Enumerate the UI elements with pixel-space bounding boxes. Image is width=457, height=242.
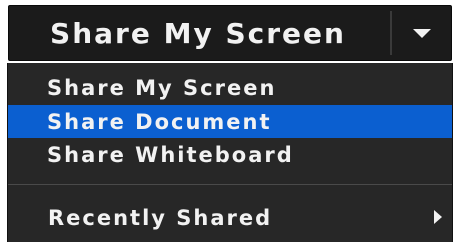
menu-item-label: Share My Screen [47, 75, 277, 100]
caret-down-icon [413, 28, 431, 38]
menu-item-share-document[interactable]: Share Document [8, 105, 452, 138]
chevron-right-icon [434, 210, 442, 224]
share-split-button: Share My Screen [8, 5, 452, 61]
menu-item-label: Recently Shared [48, 205, 273, 230]
menu-item-recently-shared[interactable]: Recently Shared [8, 201, 452, 234]
share-options-menu: Share My Screen Share Document Share Whi… [7, 63, 453, 242]
share-my-screen-button-label: Share My Screen [50, 16, 346, 50]
menu-separator [8, 184, 452, 185]
menu-item-label: Share Whiteboard [47, 142, 294, 167]
menu-item-label: Share Document [47, 109, 272, 134]
menu-item-share-whiteboard[interactable]: Share Whiteboard [8, 138, 452, 171]
split-button-divider [390, 11, 392, 55]
share-my-screen-button[interactable]: Share My Screen [9, 6, 387, 60]
menu-item-share-my-screen[interactable]: Share My Screen [8, 71, 452, 104]
share-options-dropdown-button[interactable] [393, 6, 451, 60]
